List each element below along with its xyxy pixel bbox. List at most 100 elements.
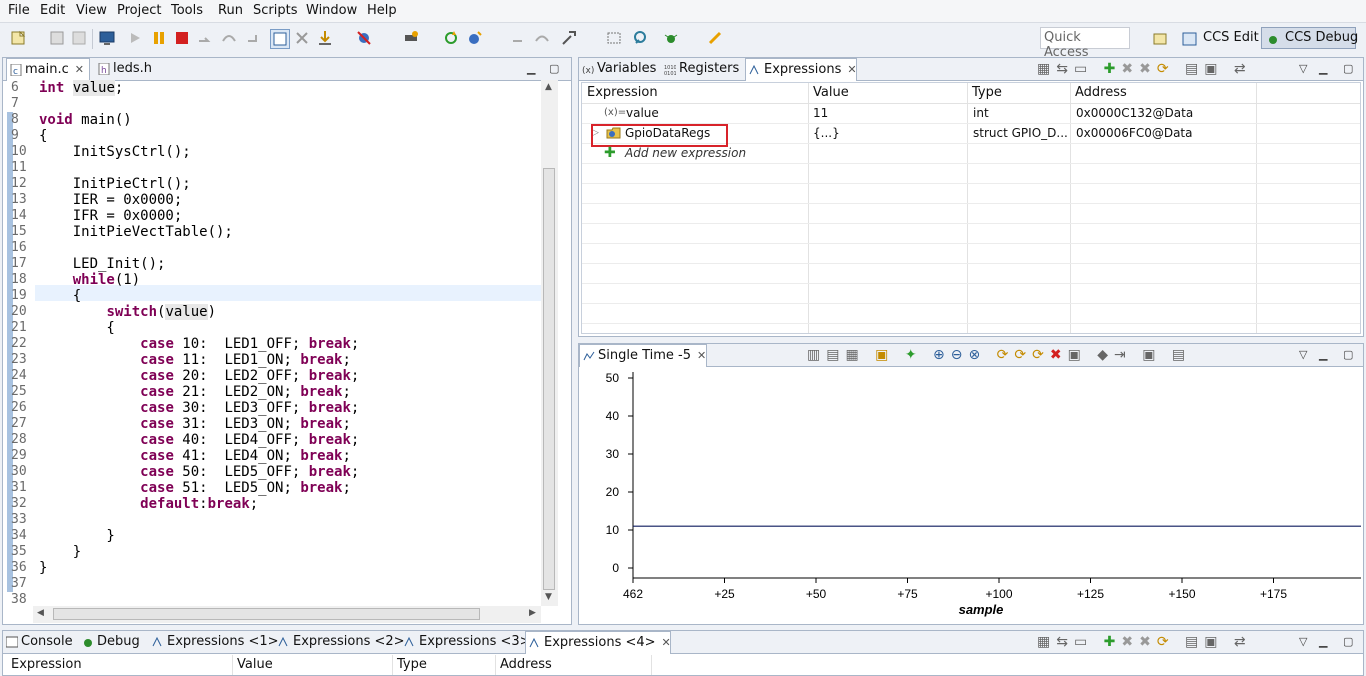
menu-window[interactable]: Window [306, 3, 357, 18]
x-tick-label: +25 [714, 587, 735, 601]
perspective-ccs-debug[interactable]: CCS Debug [1261, 27, 1358, 49]
step-return-icon[interactable] [244, 29, 262, 47]
keyword: case [140, 352, 174, 368]
step-over-icon[interactable] [220, 29, 238, 47]
refresh-icon[interactable] [442, 29, 460, 47]
code-line: case 21: LED2_ON; break; [39, 384, 351, 400]
minimize-icon[interactable]: ▁ [1319, 62, 1327, 75]
rocket-icon[interactable] [706, 29, 724, 47]
view-menu-icon[interactable]: ▽ [1299, 635, 1307, 648]
tab-registers[interactable]: 1010 0101 Registers [661, 58, 743, 80]
tab-debug[interactable]: Debug [79, 631, 145, 653]
line-number: 32 [11, 496, 27, 511]
menu-project[interactable]: Project [117, 3, 161, 18]
line-number: 24 [11, 368, 27, 383]
view-menu-icon[interactable]: ▽ [1299, 348, 1307, 361]
line-number: 14 [11, 208, 27, 223]
menu-edit[interactable]: Edit [40, 3, 65, 18]
reset-icon[interactable] [293, 29, 311, 47]
code-area[interactable]: 6 int value; 7 8 void main() 9 {10 InitSysCtrl… [3, 78, 543, 607]
code-line: case 50: LED5_OFF; break; [39, 464, 359, 480]
col-expression[interactable]: Expression [11, 655, 82, 675]
debug-config-icon[interactable] [466, 29, 484, 47]
menu-run[interactable]: Run [218, 3, 243, 18]
tab-expressions[interactable]: Expressions ✕ [745, 58, 857, 81]
tab-variables[interactable]: (x) Variables [579, 58, 659, 80]
memory-icon[interactable] [402, 29, 420, 47]
tab-expressions-2[interactable]: Expressions <2> [275, 631, 405, 653]
editor-vscroll-thumb[interactable] [543, 168, 555, 590]
terminate-icon[interactable] [173, 29, 191, 47]
close-icon[interactable]: ✕ [662, 632, 671, 654]
terminal-icon[interactable] [98, 29, 116, 47]
tab-console[interactable]: Console [3, 631, 77, 653]
editor-hscrollbar[interactable]: ◀ ▶ [33, 606, 541, 623]
col-value[interactable]: Value [237, 655, 273, 675]
tab-expressions-1[interactable]: Expressions <1> [149, 631, 279, 653]
save-all-icon[interactable] [70, 29, 88, 47]
keyword: break [300, 480, 343, 496]
breakpoints-icon[interactable] [355, 29, 373, 47]
tab-expressions-4[interactable]: Expressions <4> ✕ [525, 631, 671, 654]
col-address[interactable]: Address [500, 655, 552, 675]
col-expression[interactable]: Expression [587, 83, 658, 103]
tab-leds-h[interactable]: h leds.h [95, 58, 175, 80]
add-icon: ✚ [604, 145, 616, 161]
code-text: 10: LED1_OFF; [173, 336, 309, 352]
col-address[interactable]: Address [1075, 83, 1127, 103]
menu-tools[interactable]: Tools [171, 3, 203, 18]
resume-icon[interactable] [126, 29, 144, 47]
code-line: case 51: LED5_ON; break; [39, 480, 351, 496]
minimize-icon[interactable]: ▁ [1319, 635, 1327, 648]
maximize-icon[interactable]: ▢ [1343, 62, 1353, 75]
line-number: 30 [11, 464, 27, 479]
table-row[interactable]: (x)= value 11 int 0x0000C132@Data [582, 103, 1360, 123]
save-icon[interactable] [48, 29, 66, 47]
tab-single-time[interactable]: Single Time -5 ✕ [579, 344, 707, 367]
code-text: IER = 0x0000; [39, 192, 183, 208]
maximize-icon[interactable]: ▢ [1343, 635, 1353, 648]
open-perspective-icon[interactable] [1151, 29, 1169, 47]
maximize-icon[interactable]: ▢ [549, 62, 559, 75]
menu-scripts[interactable]: Scripts [253, 3, 297, 18]
close-icon[interactable]: ✕ [697, 345, 706, 367]
single-time-chart[interactable]: 0 10 20 30 40 50 462 +25 +50 +75 +100 +125 +150 +175 s… [579, 366, 1363, 624]
menu-view[interactable]: View [76, 3, 107, 18]
col-value[interactable]: Value [813, 83, 849, 103]
line-number: 25 [11, 384, 27, 399]
code-text: 21: LED2_ON; [173, 384, 301, 400]
new-icon[interactable] [10, 29, 28, 47]
menu-file[interactable]: File [8, 3, 30, 18]
bug-icon[interactable] [662, 29, 680, 47]
col-type[interactable]: Type [397, 655, 427, 675]
col-type[interactable]: Type [972, 83, 1002, 103]
search-icon[interactable] [632, 29, 650, 47]
graph-toolbar-icons[interactable]: ▥▤▦ ▣ ✦ ⊕⊖⊗ ⟳⟳⟳✖▣ ◆⇥ ▣ ▤ [807, 347, 1191, 363]
ccs-edit-label: CCS Edit [1203, 30, 1259, 45]
add-new-expression[interactable]: ✚ Add new expression [582, 143, 882, 163]
menu-help[interactable]: Help [367, 3, 397, 18]
tab-label: Expressions <2> [293, 634, 405, 649]
quick-access-field[interactable]: Quick Access [1040, 27, 1130, 60]
step-into-icon[interactable] [196, 29, 214, 47]
step-over-asm-icon[interactable] [533, 29, 551, 47]
view-menu-icon[interactable]: ▽ [1299, 62, 1307, 75]
editor-vscrollbar[interactable]: ▲ ▼ [541, 80, 558, 606]
build-icon[interactable] [560, 29, 578, 47]
line-number: 16 [11, 240, 27, 255]
view-toolbar-icons[interactable]: ▦⇆▭ ✚✖✖⟳ ▤▣ ⇄ [1037, 61, 1252, 77]
minimize-icon[interactable]: ▁ [1319, 348, 1327, 361]
bottom-toolbar-icons[interactable]: ▦⇆▭ ✚✖✖⟳ ▤▣ ⇄ [1037, 634, 1252, 650]
instruction-step-icon[interactable] [270, 29, 290, 49]
load-program-icon[interactable] [316, 29, 334, 47]
maximize-icon[interactable]: ▢ [1343, 348, 1353, 361]
pin-icon[interactable] [605, 29, 623, 47]
step-asm-icon[interactable] [510, 29, 528, 47]
line-number: 31 [11, 480, 27, 495]
tab-expressions-3[interactable]: Expressions <3> [401, 631, 531, 653]
close-icon[interactable]: ✕ [847, 59, 856, 81]
suspend-icon[interactable] [150, 29, 168, 47]
minimize-icon[interactable]: ▁ [527, 62, 535, 75]
editor-hscroll-thumb[interactable] [53, 608, 480, 620]
